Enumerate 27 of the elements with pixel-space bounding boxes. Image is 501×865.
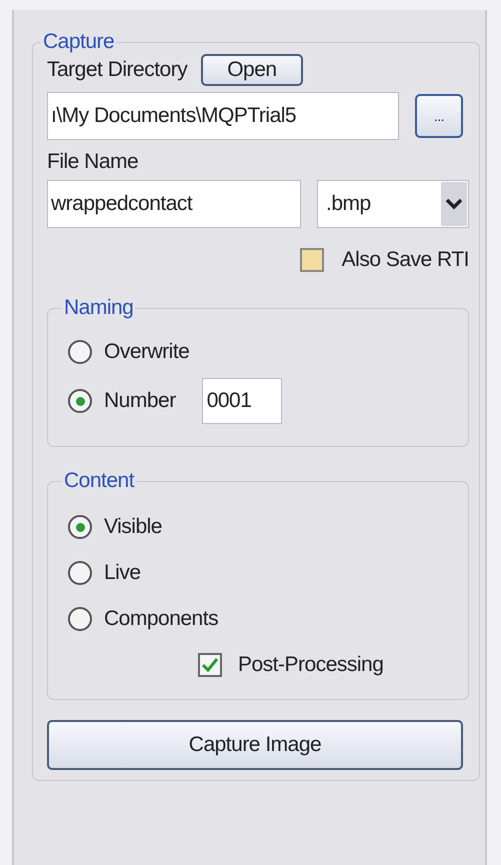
radio-label: Visible: [104, 515, 162, 539]
group-title: Naming: [63, 296, 134, 320]
field-label: File Name: [47, 150, 140, 174]
extension-dropdown[interactable]: .bmp: [317, 180, 469, 228]
radio-label: Overwrite: [104, 340, 190, 364]
radio-button[interactable]: [68, 515, 92, 539]
directory-field[interactable]: ı\My Documents\MQPTrial5: [47, 92, 399, 140]
capture-image-button[interactable]: Capture Image: [47, 720, 463, 770]
checkbox[interactable]: [198, 653, 222, 677]
checkbox-label: Post-Processing: [238, 653, 384, 677]
radio-button[interactable]: [68, 340, 92, 364]
radio-button[interactable]: [68, 389, 92, 413]
checkbox[interactable]: [300, 248, 324, 272]
field-label: Target Directory: [47, 58, 188, 82]
group-title: Capture: [42, 30, 116, 54]
radio-button[interactable]: [68, 561, 92, 585]
number-field[interactable]: 0001: [202, 378, 282, 424]
radio-label: Components: [104, 607, 218, 631]
radio-button[interactable]: [68, 607, 92, 631]
radio-label: Live: [104, 561, 141, 585]
group-title: Content: [63, 469, 136, 493]
file-name-field[interactable]: wrappedcontact: [47, 180, 301, 228]
chevron-down-icon: [441, 182, 467, 226]
checkbox-label: Also Save RTI: [342, 248, 469, 272]
radio-label: Number: [104, 389, 176, 413]
browse-button[interactable]: ...: [415, 94, 463, 138]
open-button[interactable]: Open: [201, 54, 303, 86]
